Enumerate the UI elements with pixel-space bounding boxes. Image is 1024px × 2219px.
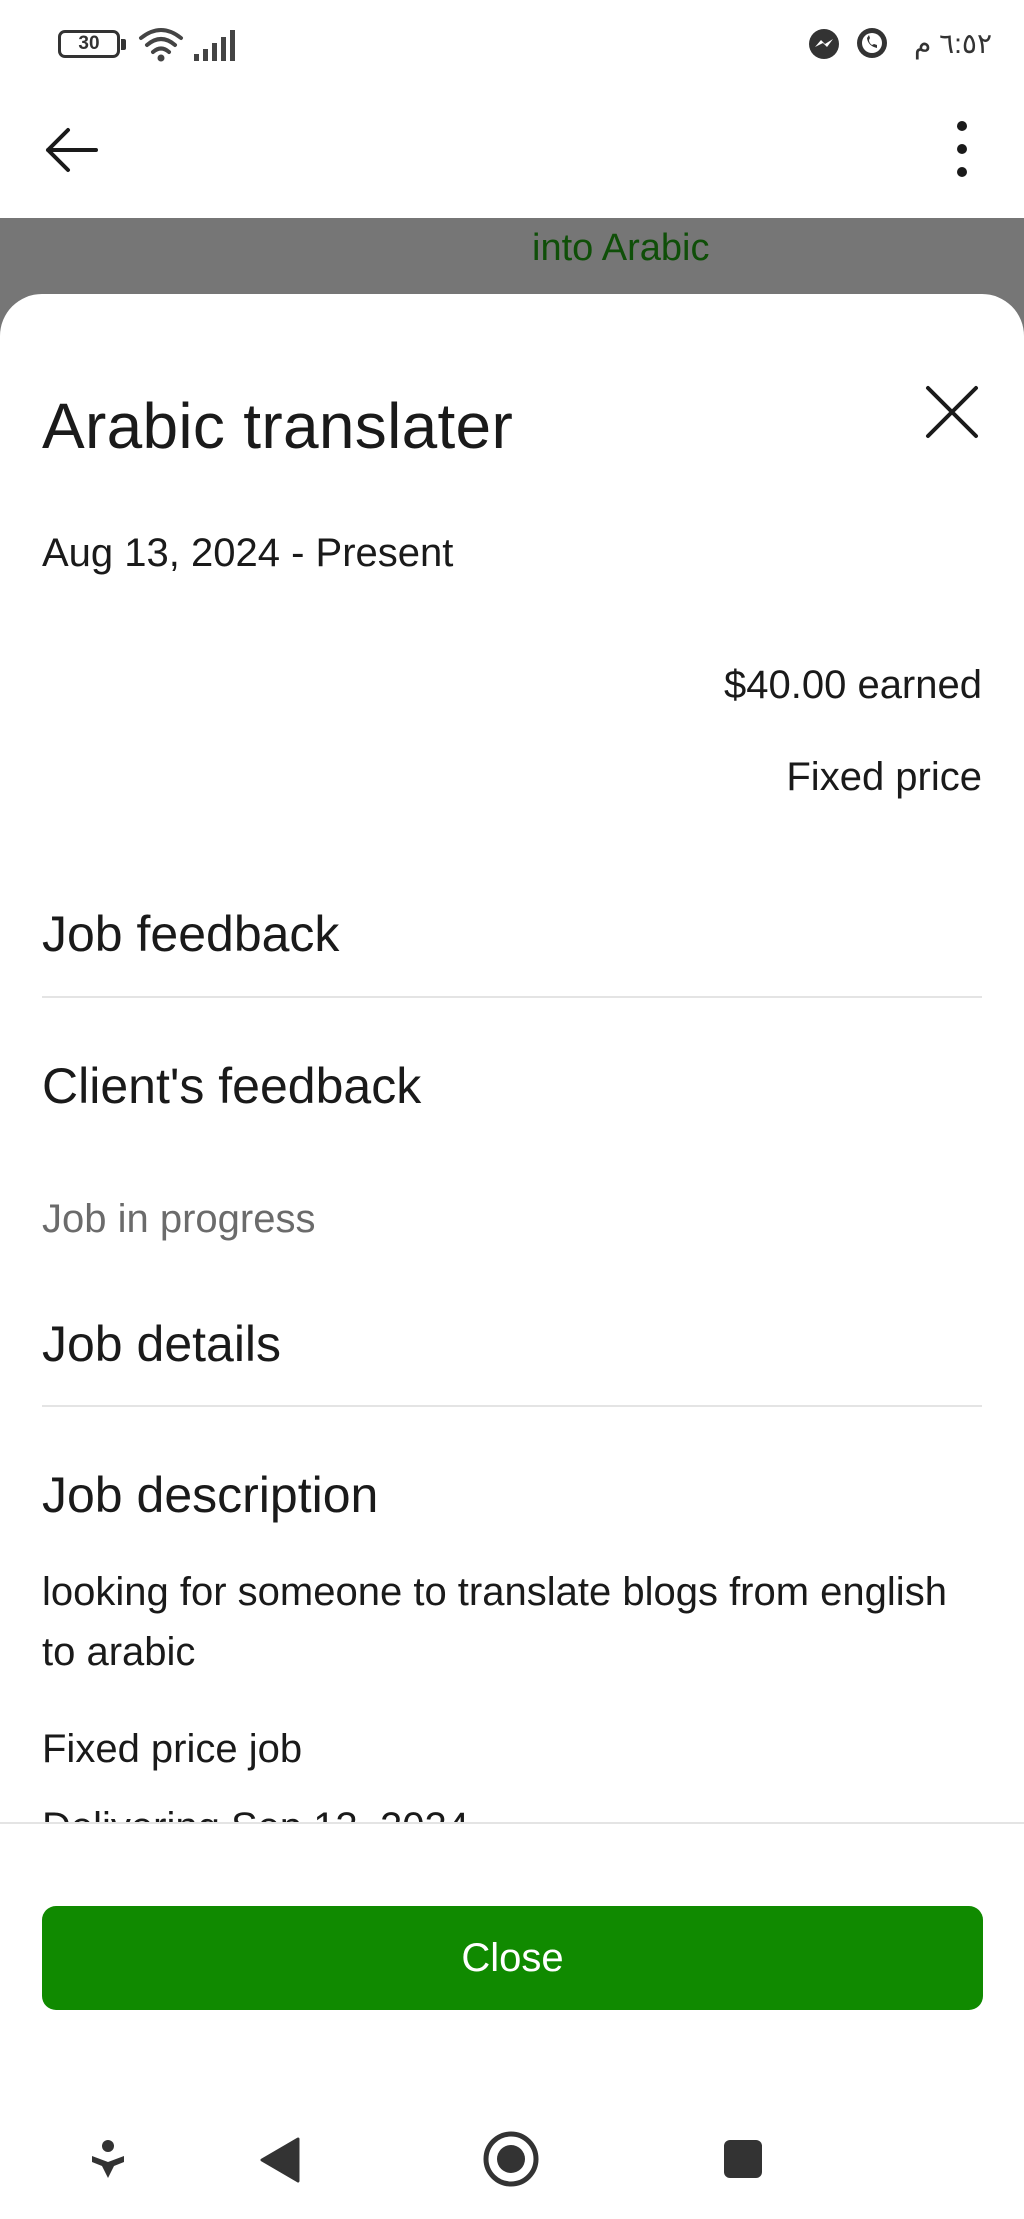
job-description-heading: Job description: [42, 1467, 379, 1523]
job-detail-sheet: Arabic translater Aug 13, 2024 - Present…: [0, 294, 1024, 2219]
back-arrow-icon[interactable]: [40, 118, 104, 182]
divider: [42, 1405, 982, 1407]
delivery-date-text: Delivering Sep 13, 2024: [42, 1802, 982, 1824]
nav-home-icon[interactable]: [482, 2130, 540, 2188]
feedback-status: Job in progress: [42, 1197, 316, 1241]
job-type: Fixed price job: [42, 1727, 303, 1771]
divider: [42, 996, 982, 998]
whatsapp-icon: [857, 28, 887, 58]
battery-icon: 30: [58, 30, 120, 58]
signal-icon: [194, 30, 235, 61]
job-details-heading: Job details: [42, 1316, 282, 1372]
accessibility-icon[interactable]: [88, 2138, 128, 2182]
wifi-icon: [139, 28, 183, 62]
nav-recents-icon[interactable]: [722, 2138, 764, 2180]
backdrop-peek-text: into Arabic: [532, 227, 710, 269]
status-bar: 30 ٦:٥٢ م: [0, 0, 1024, 90]
more-vertical-icon[interactable]: [944, 114, 980, 184]
delivery-date-clipped: Delivering Sep 13, 2024: [42, 1802, 982, 1824]
job-feedback-heading: Job feedback: [42, 906, 340, 962]
clients-feedback-heading: Client's feedback: [42, 1058, 422, 1114]
close-button[interactable]: Close: [42, 1906, 983, 2010]
earned-amount: $40.00 earned: [723, 663, 982, 707]
close-icon[interactable]: [922, 382, 982, 442]
sheet-title: Arabic translater: [42, 390, 514, 462]
date-range: Aug 13, 2024 - Present: [42, 531, 454, 575]
app-bar: [0, 90, 1024, 218]
nav-back-icon[interactable]: [258, 2135, 302, 2185]
job-description-text: looking for someone to translate blogs f…: [42, 1570, 947, 1674]
price-type: Fixed price: [786, 755, 982, 799]
screen: 30 ٦:٥٢ م into Arabic Arabic translater …: [0, 0, 1024, 2219]
messenger-icon: [809, 29, 839, 59]
battery-nub: [121, 39, 126, 50]
status-time: ٦:٥٢ م: [913, 28, 992, 59]
system-nav-bar: [0, 2100, 1024, 2219]
